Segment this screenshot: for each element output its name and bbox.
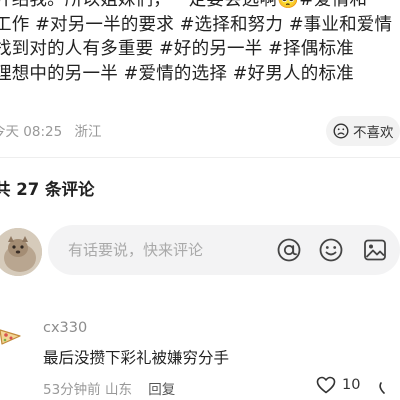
heart-icon (316, 376, 336, 394)
comment-time: 53分钟前 (43, 382, 101, 398)
comment-input[interactable]: 有话要说，快来评论 (48, 225, 400, 275)
comment-dislike-icon[interactable] (378, 376, 400, 396)
comments-count-header: 共 27 条评论 (0, 180, 95, 199)
avatar[interactable] (0, 228, 42, 276)
at-icon[interactable] (276, 237, 302, 263)
divider (0, 157, 400, 158)
post-line: 工作 #对另一半的要求 #选择和努力 #事业和爱情 (0, 14, 393, 35)
post-body: 介绍我。所以姐妹们，一定要会选啊🥺#爱情和 工作 #对另一半的要求 #选择和努力… (0, 0, 400, 86)
post-line: 介绍我。所以姐妹们，一定要会选啊🥺#爱情和 (0, 0, 368, 10)
post-time: 今天 08:25 (0, 124, 63, 140)
image-icon[interactable] (362, 237, 388, 263)
comment-meta: 53分钟前 山东 回复 (43, 378, 175, 398)
post-location: 浙江 (74, 124, 102, 140)
comment-input-placeholder: 有话要说，快来评论 (68, 241, 204, 259)
sad-face-icon (333, 123, 349, 139)
comment-text: 最后没攒下彩礼被嫌穷分手 (43, 349, 230, 367)
dislike-button[interactable]: 不喜欢 (326, 116, 400, 146)
comment-location: 山东 (104, 382, 132, 398)
post-line: 找到对的人有多重要 #好的另一半 #择偶标准 (0, 39, 354, 59)
like-count: 10 (342, 377, 361, 393)
reply-button[interactable]: 回复 (148, 382, 175, 398)
post-line: 理想中的另一半 #爱情的选择 #好男人的标准 (0, 63, 354, 84)
like-button[interactable]: 10 (316, 376, 360, 394)
post-meta: 今天 08:25 浙江 (0, 120, 110, 140)
dislike-label: 不喜欢 (353, 125, 394, 141)
comment-avatar[interactable] (0, 320, 26, 350)
emoji-icon[interactable] (318, 237, 344, 263)
comment-username[interactable]: cx330 (43, 320, 87, 336)
note-detail-page: 介绍我。所以姐妹们，一定要会选啊🥺#爱情和 工作 #对另一半的要求 #选择和努力… (0, 0, 400, 400)
